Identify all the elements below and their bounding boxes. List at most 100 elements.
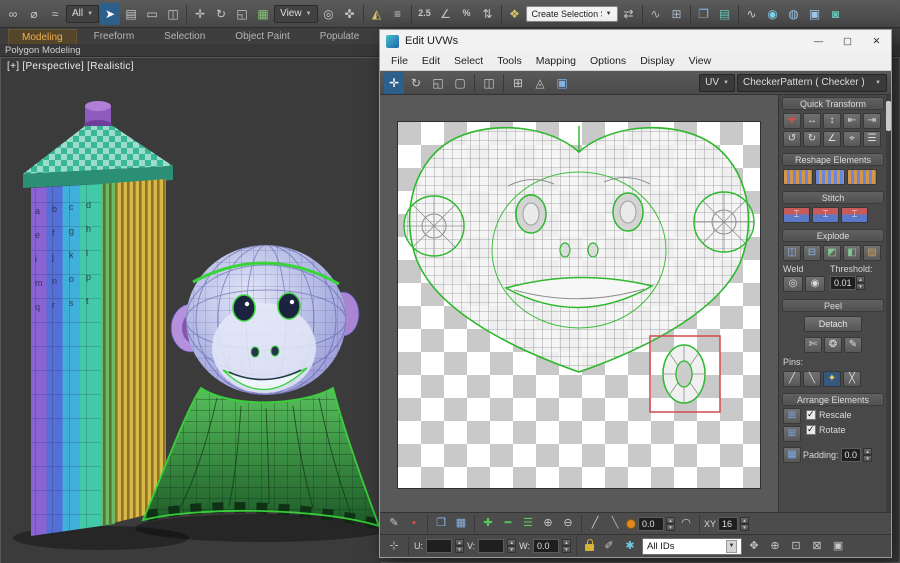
- flatten-by-material-icon[interactable]: ▨: [863, 245, 881, 261]
- layer-explorer-icon[interactable]: ❐: [694, 3, 714, 25]
- texture-dropdown[interactable]: CheckerPattern ( Checker ): [737, 74, 887, 92]
- v-spinner[interactable]: [507, 539, 516, 553]
- align-left-icon[interactable]: ⇤: [843, 113, 861, 129]
- arrange-elements-header[interactable]: Arrange Elements: [782, 393, 884, 406]
- axis-xy-toggle[interactable]: XY: [704, 519, 716, 529]
- menu-file[interactable]: File: [384, 55, 415, 67]
- edit-named-selection-sets-icon[interactable]: ❖: [505, 3, 525, 25]
- select-and-rotate-icon[interactable]: ↻: [211, 3, 231, 25]
- toggle-ribbon-icon[interactable]: ▤: [715, 3, 735, 25]
- rotate-cw-icon[interactable]: ↻: [803, 131, 821, 147]
- reshape-elements-header[interactable]: Reshape Elements: [782, 153, 884, 166]
- detach-edge-verts-icon[interactable]: ⊟: [803, 245, 821, 261]
- menu-select[interactable]: Select: [447, 55, 490, 67]
- unlink-selection-icon[interactable]: ⌀: [24, 3, 44, 25]
- center-pivot-icon[interactable]: ⌖: [843, 131, 861, 147]
- snap-toggle-icon[interactable]: ⊞: [508, 72, 528, 94]
- render-production-icon[interactable]: ◙: [826, 3, 846, 25]
- align-icon[interactable]: ≡: [388, 3, 408, 25]
- padding-spinner[interactable]: [863, 448, 872, 462]
- menu-mapping[interactable]: Mapping: [529, 55, 583, 67]
- shrink-selection-icon[interactable]: ⊖: [559, 515, 577, 533]
- w-field[interactable]: 0.0: [533, 539, 559, 553]
- paint-brush-size-icon[interactable]: ╲: [606, 515, 624, 533]
- zoom-region-icon[interactable]: ⊡: [787, 537, 805, 555]
- grow-selection-icon[interactable]: ⊕: [539, 515, 557, 533]
- falloff-edge-icon[interactable]: ━: [499, 515, 517, 533]
- selection-color-swatch-icon[interactable]: ▪: [405, 515, 423, 533]
- grid-size-spinner[interactable]: [740, 517, 749, 531]
- rotate-checkbox[interactable]: [806, 425, 816, 435]
- relax-tool-icon[interactable]: [783, 169, 813, 185]
- falloff-spinner[interactable]: [666, 517, 675, 531]
- stitch-header[interactable]: Stitch: [782, 191, 884, 204]
- named-selection-arrows-icon[interactable]: ⇄: [619, 3, 639, 25]
- absolute-typein-icon[interactable]: ⊹: [385, 537, 403, 555]
- close-button[interactable]: ✕: [862, 31, 891, 52]
- stitch-to-source-icon[interactable]: ⌶: [841, 207, 868, 223]
- move-horizontal-icon[interactable]: ✚: [783, 113, 801, 129]
- detach-button[interactable]: Detach: [804, 316, 863, 332]
- explode-header[interactable]: Explode: [782, 229, 884, 242]
- brush-falloff-curve-icon[interactable]: ◠: [677, 515, 695, 533]
- align-horizontal-icon[interactable]: ↔: [803, 113, 821, 129]
- pick-pixel-icon[interactable]: ✐: [600, 537, 618, 555]
- edit-vertex-color-icon[interactable]: ✎: [385, 515, 403, 533]
- bind-to-space-warp-icon[interactable]: ≈: [45, 3, 65, 25]
- select-and-place-icon[interactable]: ▦: [253, 3, 273, 25]
- flatten-by-smoothing-icon[interactable]: ◧: [843, 245, 861, 261]
- schematic-view-icon[interactable]: ⊞: [667, 3, 687, 25]
- u-spinner[interactable]: [455, 539, 464, 553]
- ribbon-tab-freeform[interactable]: Freeform: [81, 29, 148, 44]
- maximize-button[interactable]: ▢: [833, 31, 862, 52]
- grid-size-field[interactable]: 16: [718, 517, 738, 531]
- rectangular-selection-region-icon[interactable]: ▭: [142, 3, 162, 25]
- break-icon[interactable]: ◫: [783, 245, 801, 261]
- select-by-name-icon[interactable]: ▤: [121, 3, 141, 25]
- uv-island-small[interactable]: [663, 345, 705, 403]
- menu-display[interactable]: Display: [633, 55, 681, 67]
- distribute-icon[interactable]: ☰: [863, 131, 881, 147]
- menu-edit[interactable]: Edit: [415, 55, 447, 67]
- named-selection-set-dropdown[interactable]: Create Selection Set: [526, 6, 618, 22]
- uv-canvas[interactable]: [398, 122, 760, 488]
- rendered-frame-icon[interactable]: ▣: [805, 3, 825, 25]
- reference-coordinate-dropdown[interactable]: View: [274, 5, 317, 23]
- select-and-scale-icon[interactable]: ◱: [232, 3, 252, 25]
- zoom-icon[interactable]: ⊕: [766, 537, 784, 555]
- falloff-field[interactable]: 0.0: [638, 517, 664, 531]
- render-setup-icon[interactable]: ◍: [784, 3, 804, 25]
- stitch-custom-icon[interactable]: ⌶: [783, 207, 810, 223]
- ribbon-tab-object-paint[interactable]: Object Paint: [222, 29, 302, 44]
- menu-tools[interactable]: Tools: [490, 55, 529, 67]
- rescale-checkbox[interactable]: [806, 410, 816, 420]
- selection-filter-dropdown[interactable]: All: [66, 5, 99, 23]
- rotate-90-icon[interactable]: ∠: [823, 131, 841, 147]
- menu-options[interactable]: Options: [583, 55, 633, 67]
- pin-moved-vertices-icon[interactable]: ✦: [823, 371, 841, 387]
- pan-icon[interactable]: ✥: [745, 537, 763, 555]
- pack-normalize-icon[interactable]: ⊞: [783, 408, 801, 424]
- ribbon-tab-selection[interactable]: Selection: [151, 29, 218, 44]
- pelt-mode-icon[interactable]: ◬: [530, 72, 550, 94]
- lock-selection-icon[interactable]: [585, 544, 594, 551]
- ribbon-tab-populate[interactable]: Populate: [307, 29, 372, 44]
- uv-channel-dropdown[interactable]: UV: [699, 74, 735, 92]
- align-vertical-icon[interactable]: ↕: [823, 113, 841, 129]
- track-view-icon[interactable]: ∿: [646, 3, 666, 25]
- select-object-icon[interactable]: ➤: [100, 3, 120, 25]
- curve-editor-icon[interactable]: ∿: [742, 3, 762, 25]
- quick-peel-icon[interactable]: ✄: [804, 337, 822, 353]
- rotate-tool-icon[interactable]: ↻: [406, 72, 426, 94]
- unpin-tool-icon[interactable]: ╲: [803, 371, 821, 387]
- zoom-extents-icon[interactable]: ⊠: [808, 537, 826, 555]
- rescale-checkbox-row[interactable]: Rescale: [806, 408, 852, 421]
- freeform-gizmo-icon[interactable]: ▢: [450, 72, 470, 94]
- flatten-by-angle-icon[interactable]: ◩: [823, 245, 841, 261]
- freeze-icon[interactable]: ✱: [621, 537, 639, 555]
- peel-mode-icon[interactable]: ❂: [824, 337, 842, 353]
- rotate-90-ccw-icon[interactable]: ❐: [432, 515, 450, 533]
- ribbon-tab-modeling[interactable]: Modeling: [8, 29, 77, 44]
- window-crossing-toggle-icon[interactable]: ◫: [163, 3, 183, 25]
- stitch-to-target-icon[interactable]: ⌶: [812, 207, 839, 223]
